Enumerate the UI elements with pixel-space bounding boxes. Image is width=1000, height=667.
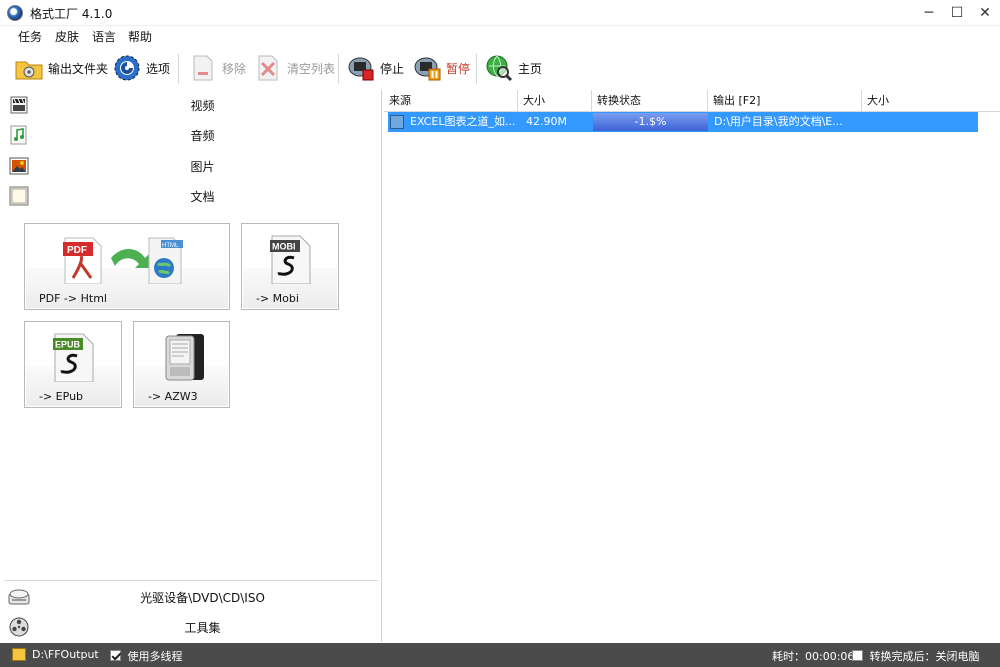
remove-button[interactable]: 移除 <box>188 51 246 85</box>
options-label: 选项 <box>146 61 171 76</box>
category-optical-label: 光驱设备\DVD\CD\ISO <box>140 591 265 605</box>
stop-icon <box>346 53 376 83</box>
task-status-progress: -1.$% <box>593 113 708 131</box>
after-convert-label: 转换完成后：关闭电脑 <box>869 650 980 663</box>
mobi-badge-text: MOBI <box>272 242 296 252</box>
category-optical-devices[interactable]: 光驱设备\DVD\CD\ISO <box>0 582 382 612</box>
options-gear-icon <box>112 53 142 83</box>
task-list-panel: 来源 大小 转换状态 输出 [F2] 大小 EXCEL图表之道_如... 42.… <box>384 90 1000 642</box>
toolbar-separator <box>338 54 339 84</box>
category-panel: 视频 音频 图片 文档 PDF HTML PDF -> Html MOBI ->… <box>0 90 382 642</box>
minimize-button[interactable]: ─ <box>918 3 940 23</box>
home-label: 主页 <box>518 61 543 76</box>
category-video-label: 视频 <box>190 99 215 113</box>
output-folder-button[interactable]: 输出文件夹 <box>14 51 108 85</box>
html-badge-text: HTML <box>162 243 179 249</box>
task-output: D:\用户目录\我的文档\E... <box>714 115 843 128</box>
toolbar: 输出文件夹 选项 移除 清空列表 停止 暂停 主页 <box>0 48 1000 88</box>
home-button[interactable]: 主页 <box>484 51 542 85</box>
elapsed-time: 耗时：00:00:06 <box>772 650 855 663</box>
epub-card[interactable]: EPUB -> EPub <box>24 321 122 408</box>
column-size[interactable]: 大小 <box>518 90 592 112</box>
category-tools[interactable]: 工具集 <box>0 612 382 642</box>
epub-badge-text: EPUB <box>55 340 81 350</box>
menu-bar: 任务 皮肤 语言 帮助 <box>0 26 1000 46</box>
category-audio-label: 音频 <box>190 129 215 143</box>
file-type-icon <box>390 115 404 129</box>
task-size: 42.90M <box>526 115 567 128</box>
title-bar: 格式工厂 4.1.0 ─ ☐ ✕ <box>0 0 1000 26</box>
category-video[interactable]: 视频 <box>0 90 382 120</box>
ereader-icon <box>162 332 206 385</box>
column-output-size[interactable]: 大小 <box>862 90 1000 112</box>
maximize-button[interactable]: ☐ <box>946 3 968 23</box>
toolbar-separator <box>476 54 477 84</box>
category-tools-label: 工具集 <box>184 621 221 635</box>
column-output[interactable]: 输出 [F2] <box>708 90 862 112</box>
clear-list-button[interactable]: 清空列表 <box>253 51 335 85</box>
azw3-label: -> AZW3 <box>148 390 198 403</box>
menu-skin[interactable]: 皮肤 <box>55 28 79 45</box>
multithread-toggle[interactable]: 使用多线程 <box>110 648 183 664</box>
after-convert-toggle[interactable]: 转换完成后：关闭电脑 <box>852 648 980 664</box>
output-folder-label: 输出文件夹 <box>48 61 109 76</box>
pdf-to-html-icon: PDF HTML <box>63 234 193 287</box>
mobi-file-icon: MOBI <box>268 234 314 287</box>
menu-help[interactable]: 帮助 <box>128 28 152 45</box>
app-logo-icon <box>7 5 23 21</box>
task-table-header: 来源 大小 转换状态 输出 [F2] 大小 <box>384 90 1000 112</box>
output-folder-icon[interactable] <box>12 648 26 661</box>
stop-button[interactable]: 停止 <box>346 51 404 85</box>
toolbar-separator <box>178 54 179 84</box>
pause-icon <box>412 53 442 83</box>
panel-divider <box>4 580 378 581</box>
category-document-label: 文档 <box>190 190 215 204</box>
table-row[interactable]: EXCEL图表之道_如... 42.90M -1.$% D:\用户目录\我的文档… <box>388 112 978 132</box>
multithread-checkbox[interactable] <box>110 650 121 661</box>
close-button[interactable]: ✕ <box>974 3 996 23</box>
mobi-label: -> Mobi <box>256 292 299 305</box>
task-output-size <box>864 112 974 132</box>
multithread-label: 使用多线程 <box>127 650 183 663</box>
menu-language[interactable]: 语言 <box>92 28 116 45</box>
epub-file-icon: EPUB <box>51 332 97 385</box>
category-document[interactable]: 文档 <box>0 181 382 211</box>
clear-list-icon <box>253 53 283 83</box>
pdf-badge-text: PDF <box>67 245 87 256</box>
pdf-to-html-label: PDF -> Html <box>39 292 107 305</box>
status-bar: D:\FFOutput 使用多线程 耗时：00:00:06 转换完成后：关闭电脑 <box>0 643 1000 667</box>
task-source: EXCEL图表之道_如... <box>410 115 516 128</box>
pdf-to-html-card[interactable]: PDF HTML PDF -> Html <box>24 223 230 310</box>
category-audio[interactable]: 音频 <box>0 120 382 150</box>
menu-task[interactable]: 任务 <box>18 28 42 45</box>
pause-button[interactable]: 暂停 <box>412 51 470 85</box>
stop-label: 停止 <box>380 61 405 76</box>
folder-icon <box>14 53 44 83</box>
output-path[interactable]: D:\FFOutput <box>32 648 99 661</box>
after-convert-checkbox[interactable] <box>852 650 863 661</box>
column-status[interactable]: 转换状态 <box>592 90 708 112</box>
remove-file-icon <box>188 53 218 83</box>
clear-list-label: 清空列表 <box>287 61 336 76</box>
column-source[interactable]: 来源 <box>384 90 518 112</box>
azw3-card[interactable]: -> AZW3 <box>133 321 230 408</box>
remove-label: 移除 <box>222 61 247 76</box>
window-title: 格式工厂 4.1.0 <box>30 7 113 21</box>
mobi-card[interactable]: MOBI -> Mobi <box>241 223 339 310</box>
category-image[interactable]: 图片 <box>0 151 382 181</box>
options-button[interactable]: 选项 <box>112 51 170 85</box>
epub-label: -> EPub <box>39 390 84 403</box>
globe-magnifier-icon <box>484 53 514 83</box>
pause-label: 暂停 <box>446 61 471 76</box>
category-image-label: 图片 <box>190 160 215 174</box>
